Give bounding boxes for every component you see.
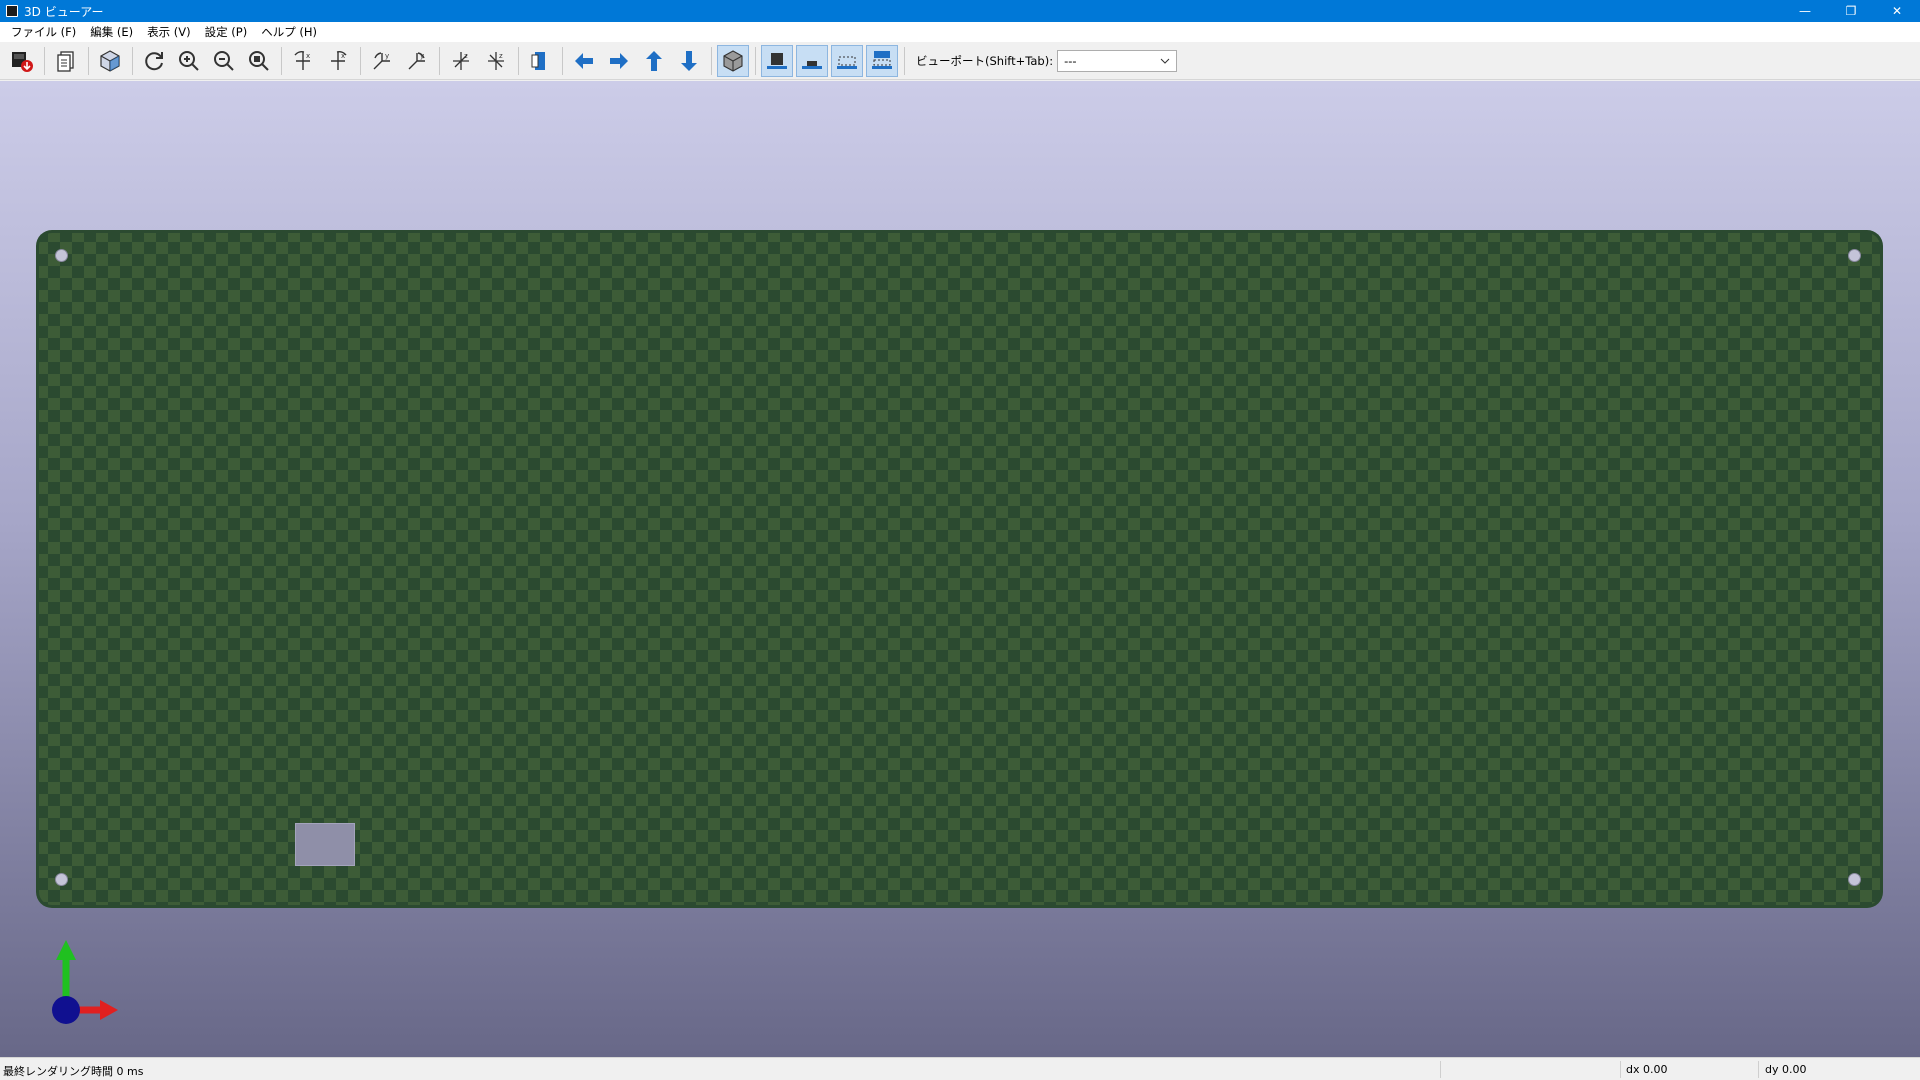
reload-button[interactable]	[138, 45, 170, 77]
rotate-z-ccw-icon: z	[488, 51, 504, 70]
rotate-x-cw-button[interactable]: x	[287, 45, 319, 77]
close-button[interactable]: ✕	[1874, 0, 1920, 22]
rotate-x-cw-icon: x	[294, 50, 310, 70]
toolbar-separator	[44, 46, 45, 75]
svg-text:x: x	[306, 52, 310, 60]
rotate-y-ccw-button[interactable]: y	[401, 45, 433, 77]
minimize-button[interactable]: —	[1782, 0, 1828, 22]
show-virtual-toggle[interactable]	[831, 44, 863, 77]
toolbar-separator	[518, 46, 519, 75]
raytracing-cube-icon	[100, 49, 120, 72]
chevron-down-icon	[1160, 58, 1170, 64]
menu-help[interactable]: ヘルプ (H)	[254, 24, 324, 40]
menu-edit[interactable]: 編集 (E)	[83, 24, 140, 40]
rotate-y-cw-button[interactable]: y	[366, 45, 398, 77]
menu-file[interactable]: ファイル (F)	[4, 24, 83, 40]
show-virtual-icon	[837, 56, 857, 69]
mounting-hole	[1848, 873, 1861, 886]
viewport-label: ビューポート(Shift+Tab):	[916, 53, 1054, 68]
restore-button[interactable]: ❐	[1828, 0, 1874, 22]
mounting-hole	[55, 873, 68, 886]
rotate-z-cw-icon: z	[453, 51, 469, 70]
pan-right-button[interactable]	[603, 45, 635, 77]
show-not-in-pos-toggle[interactable]	[866, 44, 898, 77]
orthographic-icon	[723, 49, 743, 72]
zoom-out-icon	[214, 50, 234, 71]
viewport-select[interactable]: ---	[1057, 49, 1178, 72]
reload-icon	[145, 51, 163, 70]
rotate-z-cw-button[interactable]: z	[445, 45, 477, 77]
show-tht-toggle[interactable]	[761, 44, 793, 77]
toolbar-separator	[904, 46, 905, 75]
show-tht-icon	[767, 52, 787, 69]
main-toolbar: x x y y z z ビューポート(Shift+Tab): ---	[0, 42, 1920, 80]
menu-view[interactable]: 表示 (V)	[140, 24, 198, 40]
toolbar-separator	[88, 46, 89, 75]
show-smd-toggle[interactable]	[796, 44, 828, 77]
svg-text:y: y	[385, 52, 389, 60]
svg-text:x: x	[341, 52, 345, 60]
pan-up-icon	[646, 50, 662, 71]
dy-readout: dy 0.00	[1765, 1063, 1807, 1076]
mounting-hole	[55, 249, 68, 262]
toolbar-separator	[755, 46, 756, 75]
rotate-y-cw-icon: y	[373, 52, 390, 69]
toolbar-separator	[711, 46, 712, 75]
zoom-out-button[interactable]	[208, 45, 240, 77]
window-title: 3D ビューアー	[24, 4, 104, 19]
svg-text:y: y	[420, 52, 424, 60]
pan-left-icon	[575, 52, 593, 69]
rotate-x-ccw-button[interactable]: x	[322, 45, 354, 77]
svg-text:z: z	[499, 52, 503, 60]
render-time-status: 最終レンダリング時間 0 ms	[3, 1065, 144, 1078]
status-divider	[1440, 1061, 1441, 1078]
status-divider	[1620, 1061, 1621, 1078]
menu-bar: ファイル (F) 編集 (E) 表示 (V) 設定 (P) ヘルプ (H)	[0, 22, 1920, 42]
title-bar: 3D ビューアー — ❐ ✕	[0, 0, 1920, 22]
show-smd-icon	[802, 60, 822, 69]
zoom-fit-icon	[249, 50, 269, 71]
svg-text:z: z	[464, 52, 468, 60]
raytracing-button[interactable]	[94, 45, 126, 77]
pan-down-icon	[681, 50, 697, 71]
export-image-button[interactable]	[6, 45, 38, 77]
toolbar-separator	[360, 46, 361, 75]
3d-canvas[interactable]	[0, 81, 1920, 1057]
axis-gizmo	[52, 940, 118, 1024]
toolbar-separator	[132, 46, 133, 75]
status-divider	[1758, 1061, 1759, 1078]
pan-right-icon	[610, 52, 628, 69]
flip-board-icon	[531, 51, 545, 70]
rotate-x-ccw-icon: x	[331, 50, 347, 70]
zoom-in-button[interactable]	[173, 45, 205, 77]
pan-up-button[interactable]	[638, 45, 670, 77]
pan-down-button[interactable]	[673, 45, 705, 77]
mounting-hole	[1848, 249, 1861, 262]
zoom-fit-button[interactable]	[243, 45, 275, 77]
pcb-pad	[295, 823, 355, 866]
rotate-y-ccw-icon: y	[408, 52, 425, 69]
copy-icon	[57, 50, 74, 72]
dx-readout: dx 0.00	[1626, 1063, 1668, 1076]
show-not-in-pos-icon	[872, 50, 892, 69]
status-bar: 最終レンダリング時間 0 ms dx 0.00 dy 0.00	[0, 1057, 1920, 1080]
viewport-select-value: ---	[1064, 53, 1077, 68]
toolbar-separator	[281, 46, 282, 75]
pan-left-button[interactable]	[568, 45, 600, 77]
export-image-icon	[12, 51, 33, 72]
zoom-in-icon	[179, 50, 199, 71]
toolbar-separator	[439, 46, 440, 75]
copy-button[interactable]	[50, 45, 82, 77]
flip-board-button[interactable]	[524, 45, 556, 77]
app-icon	[6, 5, 18, 17]
orthographic-toggle[interactable]	[717, 44, 749, 77]
menu-preferences[interactable]: 設定 (P)	[198, 24, 255, 40]
pcb-board	[36, 230, 1883, 908]
toolbar-separator	[562, 46, 563, 75]
rotate-z-ccw-button[interactable]: z	[480, 45, 512, 77]
